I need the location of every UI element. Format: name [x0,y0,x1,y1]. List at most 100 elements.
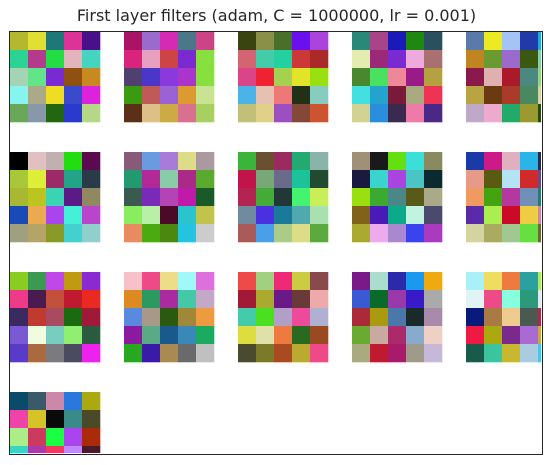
filter-10-pixel [538,152,541,171]
filter-10-pixel [520,152,539,171]
filter-15-pixel [520,344,539,363]
filter-9-pixel [352,188,371,207]
filter-15-pixel [502,272,521,291]
filter-9-pixel [406,206,425,225]
filter-14-pixel [352,326,371,345]
filter-7-pixel [160,170,179,189]
filter-12-pixel [124,290,143,309]
filter-11-pixel [10,308,29,327]
filter-3-pixel [310,32,329,51]
filter-7-pixel [178,188,197,207]
filter-8-pixel [310,188,329,207]
filter-7-pixel [196,188,215,207]
filter-13-pixel [274,272,293,291]
filter-5-pixel [466,50,485,69]
filter-5-pixel [502,68,521,87]
filter-3-pixel [292,32,311,51]
filter-3-pixel [256,86,275,105]
filter-7-pixel [160,206,179,225]
filter-6-pixel [10,152,29,171]
filter-5-pixel [502,32,521,51]
filter-11-pixel [28,290,47,309]
filter-12-pixel [124,344,143,363]
filter-11-pixel [64,344,83,363]
filter-1-pixel [10,32,29,51]
filter-4-pixel [406,86,425,105]
filter-8 [238,152,329,243]
filter-11-pixel [28,344,47,363]
filter-16-pixel [46,392,65,411]
filter-16-pixel [10,446,29,453]
filter-1-pixel [82,86,101,105]
filter-7-pixel [160,224,179,243]
filter-14-pixel [424,308,443,327]
filter-13-pixel [292,344,311,363]
filter-7-pixel [196,206,215,225]
filter-6-pixel [10,170,29,189]
filter-10-pixel [502,224,521,243]
filter-4-pixel [424,68,443,87]
filter-14-pixel [352,344,371,363]
filter-13 [238,272,329,363]
filter-15-pixel [520,326,539,345]
filter-7-pixel [196,152,215,171]
filter-2-pixel [178,86,197,105]
filter-6-pixel [64,152,83,171]
filter-12-pixel [196,344,215,363]
filter-6-pixel [46,170,65,189]
filter-13-pixel [256,308,275,327]
filter-15-pixel [466,344,485,363]
filter-14-pixel [370,290,389,309]
chart-title: First layer filters (adam, C = 1000000, … [76,6,477,25]
filter-15-pixel [520,272,539,291]
filter-9-pixel [424,206,443,225]
filter-16-pixel [64,410,83,429]
filter-3-pixel [274,32,293,51]
filter-16-pixel [64,392,83,411]
filter-4-pixel [388,32,407,51]
filter-1-pixel [46,50,65,69]
filter-13-pixel [310,272,329,291]
filter-10-pixel [502,206,521,225]
filter-3-pixel [310,104,329,123]
filter-11-pixel [46,326,65,345]
filter-8-pixel [292,206,311,225]
filter-12-pixel [196,290,215,309]
filter-14-pixel [388,344,407,363]
filter-2-pixel [124,68,143,87]
filter-7-pixel [124,206,143,225]
filter-15-pixel [538,326,541,345]
filter-2-pixel [178,32,197,51]
filter-7-pixel [124,188,143,207]
filter-5-pixel [538,68,541,87]
filter-14-pixel [388,326,407,345]
filter-6-pixel [46,152,65,171]
filter-15-pixel [538,308,541,327]
filter-14-pixel [388,290,407,309]
filter-1-pixel [28,32,47,51]
filter-3-pixel [310,86,329,105]
filter-14 [352,272,443,363]
filter-10-pixel [538,224,541,243]
filter-15-pixel [538,272,541,291]
filter-12 [124,272,215,363]
filter-6-pixel [46,188,65,207]
filter-4-pixel [388,68,407,87]
filter-16-pixel [28,446,47,453]
filter-16-pixel [64,428,83,447]
filter-13-pixel [310,290,329,309]
filter-15-pixel [502,326,521,345]
filter-12-pixel [124,326,143,345]
filter-5-pixel [520,50,539,69]
filter-11-pixel [10,290,29,309]
filter-9-pixel [352,206,371,225]
filter-11-pixel [28,272,47,291]
filter-12-pixel [196,272,215,291]
filter-10-pixel [484,206,503,225]
filter-10-pixel [484,170,503,189]
filter-13-pixel [292,272,311,291]
filter-4-pixel [352,50,371,69]
filter-9-pixel [352,224,371,243]
filter-4-pixel [424,50,443,69]
filter-3-pixel [256,32,275,51]
